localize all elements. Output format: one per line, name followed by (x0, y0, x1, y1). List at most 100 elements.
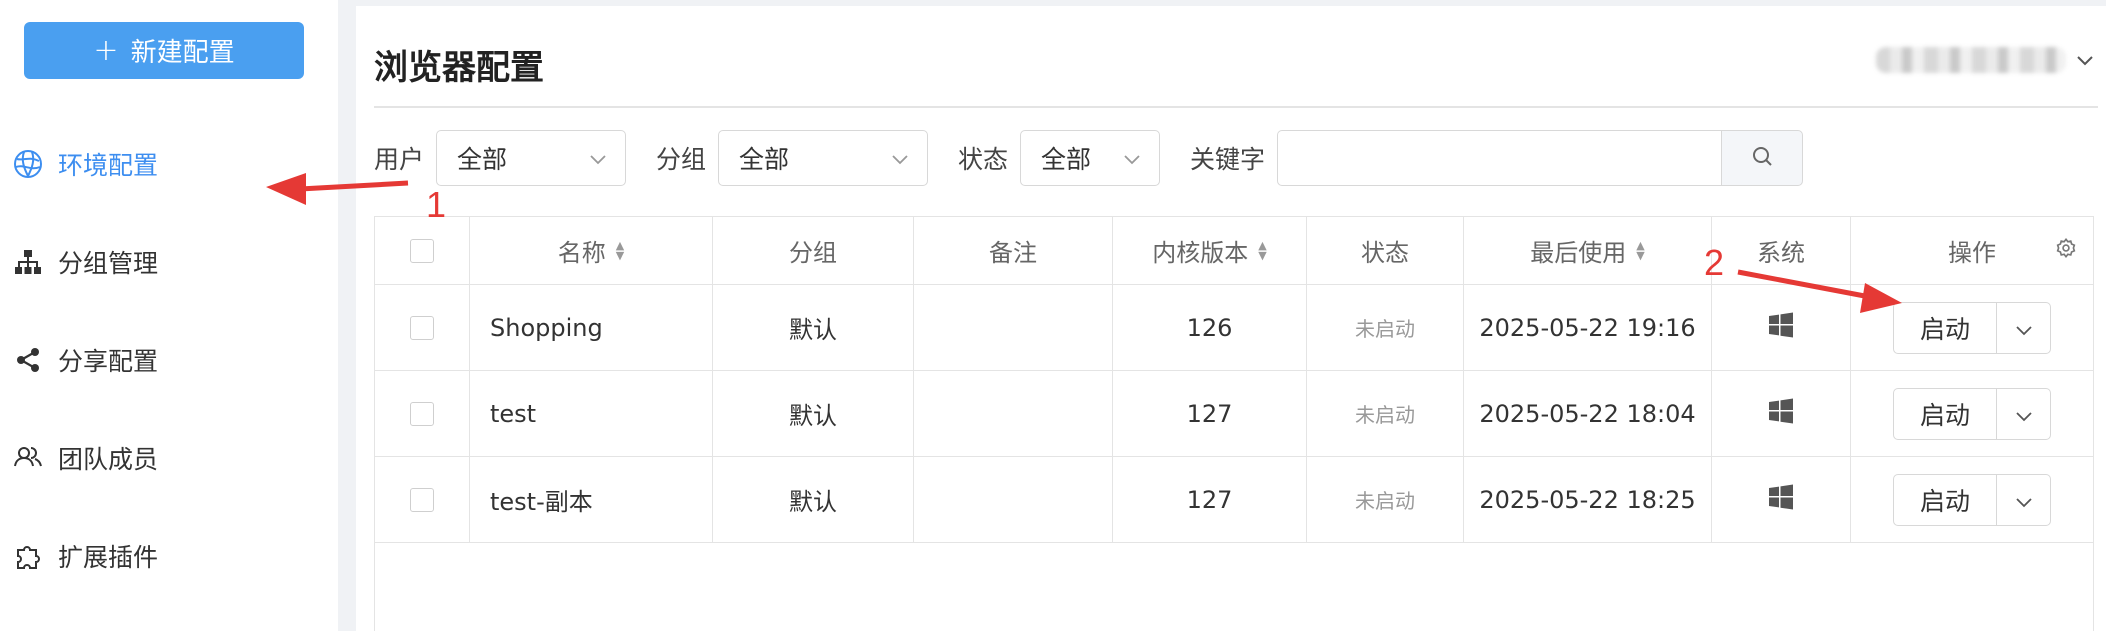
chevron-down-icon (891, 146, 909, 170)
start-button[interactable]: 启动 (1893, 473, 1997, 526)
column-label: 备注 (989, 239, 1037, 267)
cell-group: 默认 (713, 285, 914, 370)
cell-actions: 启动 (1851, 457, 2093, 542)
sort-icon: ▲ ▼ (1636, 238, 1645, 262)
start-button[interactable]: 启动 (1893, 387, 1997, 440)
sidebar-item-group-manage[interactable]: 分组管理 (12, 242, 158, 282)
user-filter-value: 全部 (457, 145, 508, 174)
select-all-cell (375, 217, 470, 284)
sidebar-item-label: 环境配置 (58, 151, 159, 180)
cell-name: Shopping (470, 285, 713, 370)
keyword-search-input[interactable] (1277, 130, 1722, 186)
sidebar-item-share-config[interactable]: 分享配置 (12, 340, 158, 380)
chevron-down-icon (2015, 314, 2033, 342)
page-title: 浏览器配置 (374, 48, 544, 88)
row-select-cell (375, 457, 470, 542)
user-filter-select[interactable]: 全部 (436, 130, 627, 186)
chevron-down-icon (2076, 51, 2094, 70)
group-filter-select[interactable]: 全部 (718, 130, 929, 186)
cell-os (1712, 285, 1851, 370)
cell-os (1712, 371, 1851, 456)
search-icon (1750, 144, 1774, 172)
cell-group: 默认 (713, 457, 914, 542)
row-select-cell (375, 371, 470, 456)
cell-os (1712, 457, 1851, 542)
sidebar-item-label: 分享配置 (58, 347, 159, 376)
user-menu[interactable] (1876, 36, 2106, 84)
status-filter-value: 全部 (1041, 145, 1092, 174)
column-header-actions: 操作 (1851, 217, 2093, 284)
windows-icon (1767, 483, 1795, 517)
column-header-os: 系统 (1712, 217, 1851, 284)
sidebar-item-extensions[interactable]: 扩展插件 (12, 536, 158, 576)
start-dropdown-button[interactable] (1997, 387, 2051, 440)
table-header: 名称 ▲ ▼ 分组 备注 内核版本 ▲ ▼ 状态 最后使用 ▲ ▼ 系统 操作 (375, 217, 2093, 285)
windows-icon (1767, 397, 1795, 431)
row-checkbox[interactable] (410, 487, 434, 512)
cell-kernel: 127 (1113, 371, 1307, 456)
sidebar: + 新建配置 环境配置 分组管理 分享配置 团队成员 扩展插件 (0, 0, 338, 631)
cell-last-used: 2025-05-22 18:04 (1464, 371, 1712, 456)
config-table: 名称 ▲ ▼ 分组 备注 内核版本 ▲ ▼ 状态 最后使用 ▲ ▼ 系统 操作 … (374, 216, 2094, 631)
start-dropdown-button[interactable] (1997, 473, 2051, 526)
title-divider (374, 106, 2098, 108)
filter-bar: 用户 全部 分组 全部 状态 全部 关键字 (374, 130, 1804, 186)
sidebar-item-label: 团队成员 (58, 445, 159, 474)
share-icon (12, 344, 44, 376)
cell-actions: 启动 (1851, 371, 2093, 456)
windows-icon (1767, 311, 1795, 345)
start-button[interactable]: 启动 (1893, 301, 1997, 354)
table-row: test-副本 默认 127 未启动 2025-05-22 18:25 启动 (375, 457, 2093, 543)
row-checkbox[interactable] (410, 315, 434, 340)
main-panel: 浏览器配置 用户 全部 分组 全部 状态 全部 关键字 名称 ▲ ▼ 分组 备注… (356, 6, 2106, 631)
sidebar-item-team-members[interactable]: 团队成员 (12, 438, 158, 478)
column-header-name[interactable]: 名称 ▲ ▼ (470, 217, 713, 284)
column-label: 内核版本 (1152, 239, 1249, 267)
column-label: 操作 (1948, 239, 1996, 267)
status-text: 未启动 (1355, 317, 1415, 341)
keyword-label: 关键字 (1190, 145, 1266, 174)
globe-icon (12, 148, 44, 180)
start-dropdown-button[interactable] (1997, 301, 2051, 354)
select-all-checkbox[interactable] (410, 238, 434, 263)
new-config-button[interactable]: + 新建配置 (24, 22, 304, 79)
sidebar-item-env-config[interactable]: 环境配置 (12, 144, 158, 184)
column-label: 状态 (1361, 239, 1409, 267)
status-text: 未启动 (1355, 403, 1415, 427)
row-select-cell (375, 285, 470, 370)
cell-note (914, 371, 1113, 456)
column-header-group: 分组 (713, 217, 914, 284)
cell-status: 未启动 (1307, 457, 1464, 542)
cell-status: 未启动 (1307, 285, 1464, 370)
user-filter-label: 用户 (374, 145, 425, 174)
status-filter-select[interactable]: 全部 (1020, 130, 1161, 186)
column-header-last-used[interactable]: 最后使用 ▲ ▼ (1464, 217, 1712, 284)
column-header-note: 备注 (914, 217, 1113, 284)
group-filter-label: 分组 (656, 145, 707, 174)
plus-icon: + (93, 32, 119, 68)
sidebar-item-label: 扩展插件 (58, 543, 159, 572)
new-config-label: 新建配置 (130, 38, 235, 68)
cell-group: 默认 (713, 371, 914, 456)
status-filter-label: 状态 (958, 145, 1009, 174)
status-text: 未启动 (1355, 489, 1415, 513)
cell-kernel: 126 (1113, 285, 1307, 370)
column-label: 系统 (1757, 239, 1805, 267)
org-chart-icon (12, 246, 44, 278)
cell-last-used: 2025-05-22 19:16 (1464, 285, 1712, 370)
column-label: 分组 (789, 239, 837, 267)
column-header-kernel[interactable]: 内核版本 ▲ ▼ (1113, 217, 1307, 284)
table-row: Shopping 默认 126 未启动 2025-05-22 19:16 启动 (375, 285, 2093, 371)
cell-name: test-副本 (470, 457, 713, 542)
gear-icon[interactable] (2055, 237, 2077, 265)
group-filter-value: 全部 (739, 145, 790, 174)
cell-kernel: 127 (1113, 457, 1307, 542)
chevron-down-icon (1123, 146, 1141, 170)
cell-note (914, 285, 1113, 370)
sidebar-item-label: 分组管理 (58, 249, 159, 278)
row-checkbox[interactable] (410, 401, 434, 426)
cell-name: test (470, 371, 713, 456)
cell-note (914, 457, 1113, 542)
search-button[interactable] (1721, 130, 1804, 186)
table-row: test 默认 127 未启动 2025-05-22 18:04 启动 (375, 371, 2093, 457)
